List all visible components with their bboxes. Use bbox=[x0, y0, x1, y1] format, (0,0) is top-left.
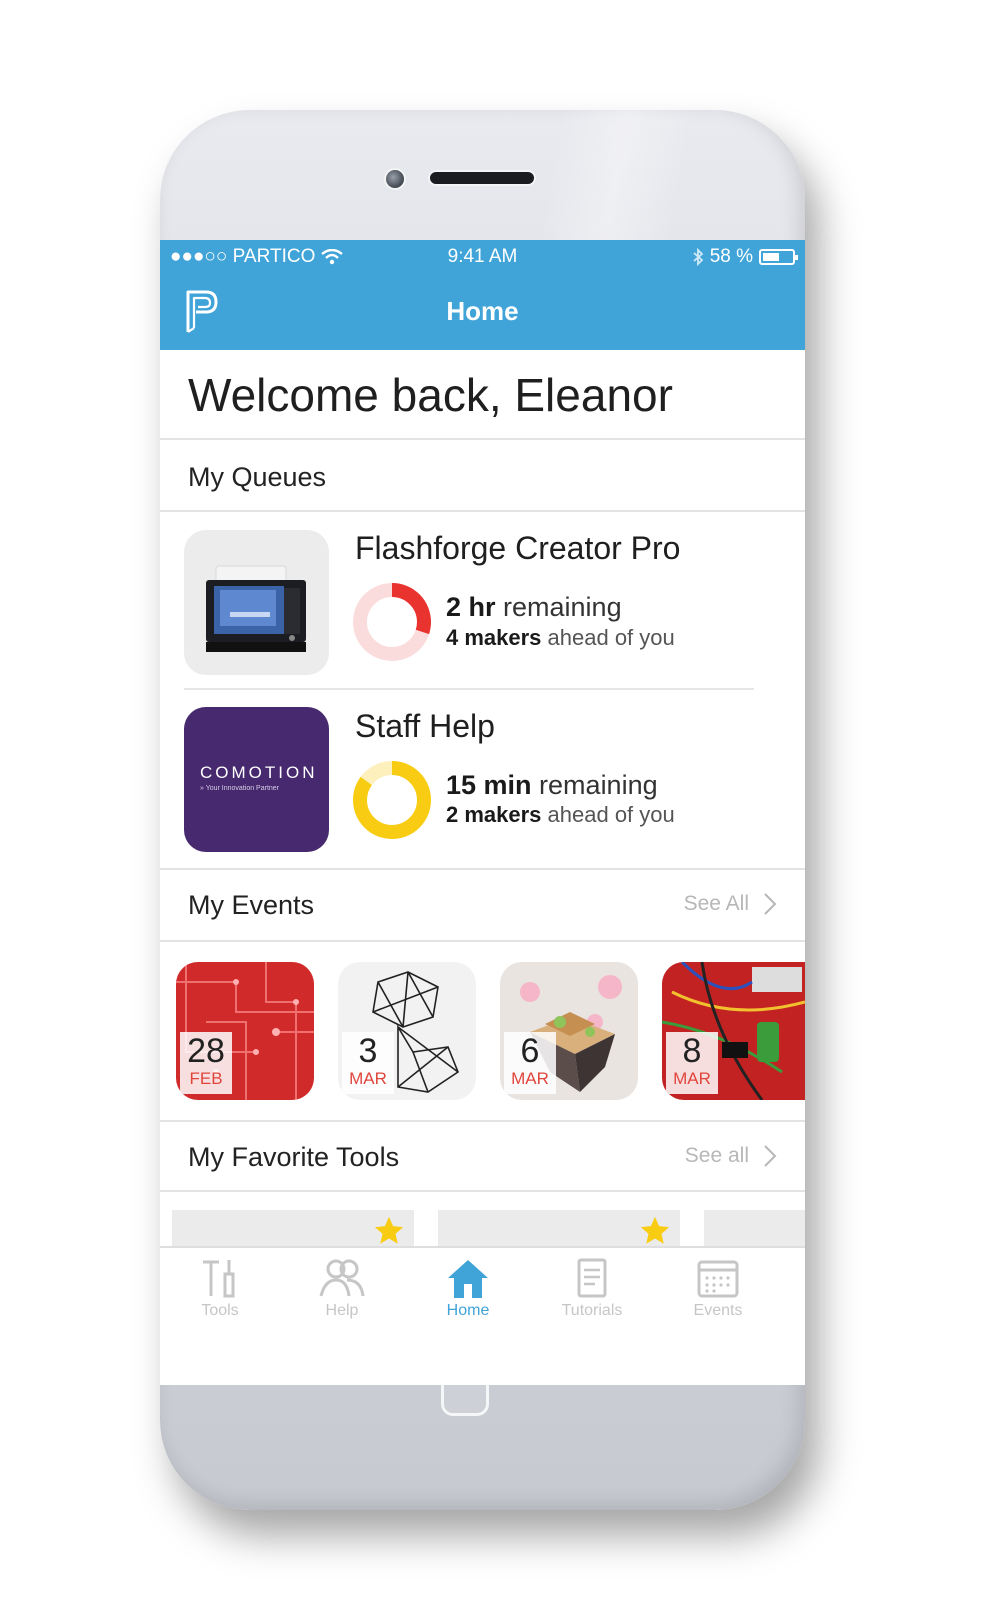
event-card[interactable]: 28 FEB bbox=[176, 962, 314, 1100]
queue-progress-ring bbox=[353, 583, 431, 661]
event-date-badge: 3 MAR bbox=[342, 1032, 394, 1094]
star-icon[interactable] bbox=[372, 1214, 406, 1248]
event-card[interactable]: 8 MAR bbox=[662, 962, 805, 1100]
comotion-logo-tagline: » Your Innovation Partner bbox=[200, 785, 280, 792]
tab-events[interactable]: Events bbox=[668, 1256, 768, 1320]
events-section-title: My Events bbox=[188, 890, 315, 920]
bluetooth-icon bbox=[693, 248, 704, 266]
see-all-label: See All bbox=[683, 892, 749, 915]
home-icon bbox=[448, 1260, 488, 1298]
event-card[interactable]: 3 MAR bbox=[338, 962, 476, 1100]
event-month: MAR bbox=[673, 1069, 711, 1088]
front-camera bbox=[384, 168, 406, 190]
battery-percent: 58 % bbox=[709, 246, 753, 267]
tab-label: Help bbox=[325, 1302, 359, 1319]
divider bbox=[160, 510, 805, 512]
printer-thumbnail[interactable] bbox=[184, 530, 329, 675]
tab-home[interactable]: Home bbox=[418, 1256, 518, 1320]
queue-makers-ahead: 4 makers ahead of you bbox=[446, 625, 675, 650]
queue-makers-ahead: 2 makers ahead of you bbox=[446, 802, 675, 827]
queue-time-remaining: 2 hr remaining bbox=[446, 592, 622, 622]
queue-tool-name[interactable]: Flashforge Creator Pro bbox=[355, 530, 680, 567]
event-day: 28 bbox=[187, 1032, 225, 1070]
battery-icon bbox=[759, 249, 798, 265]
event-date-badge: 8 MAR bbox=[666, 1032, 718, 1094]
comotion-logo-text: COMOTION bbox=[200, 763, 318, 782]
tab-label: Home bbox=[446, 1302, 490, 1319]
tab-tutorials[interactable]: Tutorials bbox=[542, 1256, 642, 1320]
star-icon[interactable] bbox=[638, 1214, 672, 1248]
page-title: Home bbox=[446, 296, 519, 326]
favorite-tool-card[interactable] bbox=[704, 1210, 805, 1250]
battery-area: 58 % bbox=[692, 246, 798, 268]
app-screen: ●●●○○ PARTICO 9:41 AM 58 % Home Welcome … bbox=[160, 240, 805, 1385]
nav-bar: Home bbox=[160, 274, 805, 350]
divider bbox=[160, 1120, 805, 1122]
queue-time-remaining: 15 min remaining bbox=[446, 770, 658, 800]
event-date-badge: 6 MAR bbox=[504, 1032, 556, 1094]
event-day: 8 bbox=[682, 1032, 702, 1070]
tab-label: Events bbox=[693, 1302, 743, 1319]
favorite-tool-card[interactable] bbox=[438, 1210, 680, 1250]
earpiece-speaker bbox=[428, 170, 536, 186]
divider bbox=[160, 1190, 805, 1192]
event-month: FEB bbox=[189, 1069, 223, 1088]
3d-printer-image bbox=[206, 565, 306, 652]
welcome-heading: Welcome back, Eleanor bbox=[188, 369, 673, 421]
queue-tool-name[interactable]: Staff Help bbox=[355, 708, 495, 745]
tools-see-all-link[interactable]: See all bbox=[685, 1144, 777, 1168]
tools-icon bbox=[203, 1260, 235, 1298]
tab-label: Tools bbox=[201, 1302, 239, 1319]
chevron-right-icon bbox=[764, 1145, 777, 1167]
divider bbox=[160, 868, 805, 870]
divider bbox=[160, 438, 805, 440]
comotion-logo-thumbnail[interactable]: COMOTION » Your Innovation Partner bbox=[184, 707, 329, 852]
queues-section-title: My Queues bbox=[188, 462, 327, 492]
calendar-icon bbox=[697, 1260, 739, 1298]
status-bar: ●●●○○ PARTICO 9:41 AM 58 % bbox=[160, 240, 805, 274]
chevron-right-icon bbox=[764, 893, 777, 915]
people-icon bbox=[319, 1259, 365, 1297]
event-card[interactable]: 6 MAR bbox=[500, 962, 638, 1100]
divider bbox=[160, 940, 805, 942]
tutorials-icon bbox=[577, 1258, 607, 1298]
events-see-all-link[interactable]: See All bbox=[684, 892, 777, 916]
event-day: 3 bbox=[358, 1032, 378, 1070]
tab-help[interactable]: Help bbox=[292, 1256, 392, 1320]
divider bbox=[184, 688, 754, 690]
tools-section-title: My Favorite Tools bbox=[188, 1142, 400, 1172]
tab-tools[interactable]: Tools bbox=[170, 1256, 270, 1320]
favorite-tool-card[interactable] bbox=[172, 1210, 414, 1250]
event-month: MAR bbox=[511, 1069, 549, 1088]
event-date-badge: 28 FEB bbox=[180, 1032, 232, 1094]
event-day: 6 bbox=[520, 1032, 540, 1070]
queue-progress-ring bbox=[353, 761, 431, 839]
see-all-label: See all bbox=[684, 1144, 749, 1167]
tab-bar: Tools Help Home Tutorials Events bbox=[160, 1246, 805, 1326]
event-month: MAR bbox=[349, 1069, 387, 1088]
tab-label: Tutorials bbox=[561, 1302, 623, 1319]
